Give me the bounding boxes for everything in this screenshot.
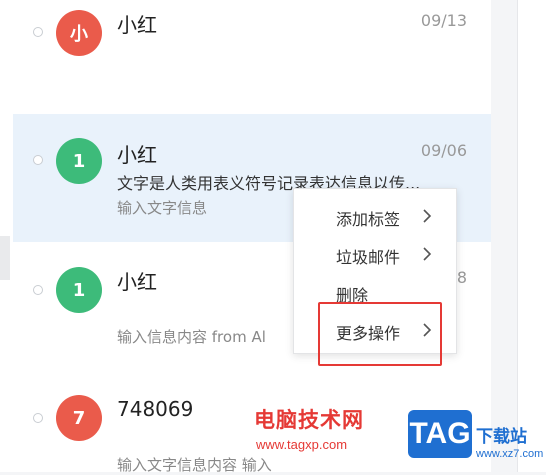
mail-date: 09/13 — [420, 11, 467, 30]
mail-item[interactable]: 小 小红 09/13 — [13, 0, 491, 112]
right-panel — [517, 0, 546, 472]
mail-sender: 小红 — [117, 13, 157, 37]
collapse-handle[interactable] — [0, 236, 10, 280]
select-radio[interactable] — [33, 155, 43, 165]
select-radio[interactable] — [33, 27, 43, 37]
mail-preview: 输入文字信息 — [117, 199, 208, 217]
avatar: 7 — [56, 395, 102, 441]
avatar: 小 — [56, 10, 102, 56]
avatar: 1 — [56, 267, 102, 313]
mail-sender: 小红 — [117, 270, 157, 294]
watermark-logo: TAG — [408, 410, 472, 458]
menu-item-label: 垃圾邮件 — [336, 248, 401, 267]
avatar: 1 — [56, 138, 102, 184]
chevron-right-icon — [423, 247, 432, 261]
mail-date: 09/06 — [420, 141, 467, 160]
watermark-url: www.tagxp.com — [256, 437, 348, 452]
menu-item-spam[interactable]: 垃圾邮件 — [294, 235, 456, 273]
annotation-highlight-box — [318, 302, 442, 366]
watermark-site-url: www.xz7.com — [476, 448, 544, 460]
watermark-text: 电脑技术网 — [254, 408, 364, 432]
menu-item-label: 添加标签 — [336, 210, 401, 229]
mail-date: 8 — [456, 268, 467, 287]
chevron-right-icon — [423, 209, 432, 223]
mail-sender: 小红 — [117, 143, 157, 167]
mail-preview: 输入信息内容 from Al — [117, 328, 266, 346]
select-radio[interactable] — [33, 413, 43, 423]
menu-item-add-tag[interactable]: 添加标签 — [294, 197, 456, 235]
watermark-site: 下载站 — [476, 427, 527, 447]
select-radio[interactable] — [33, 285, 43, 295]
mail-sender: 748069 — [117, 397, 194, 421]
